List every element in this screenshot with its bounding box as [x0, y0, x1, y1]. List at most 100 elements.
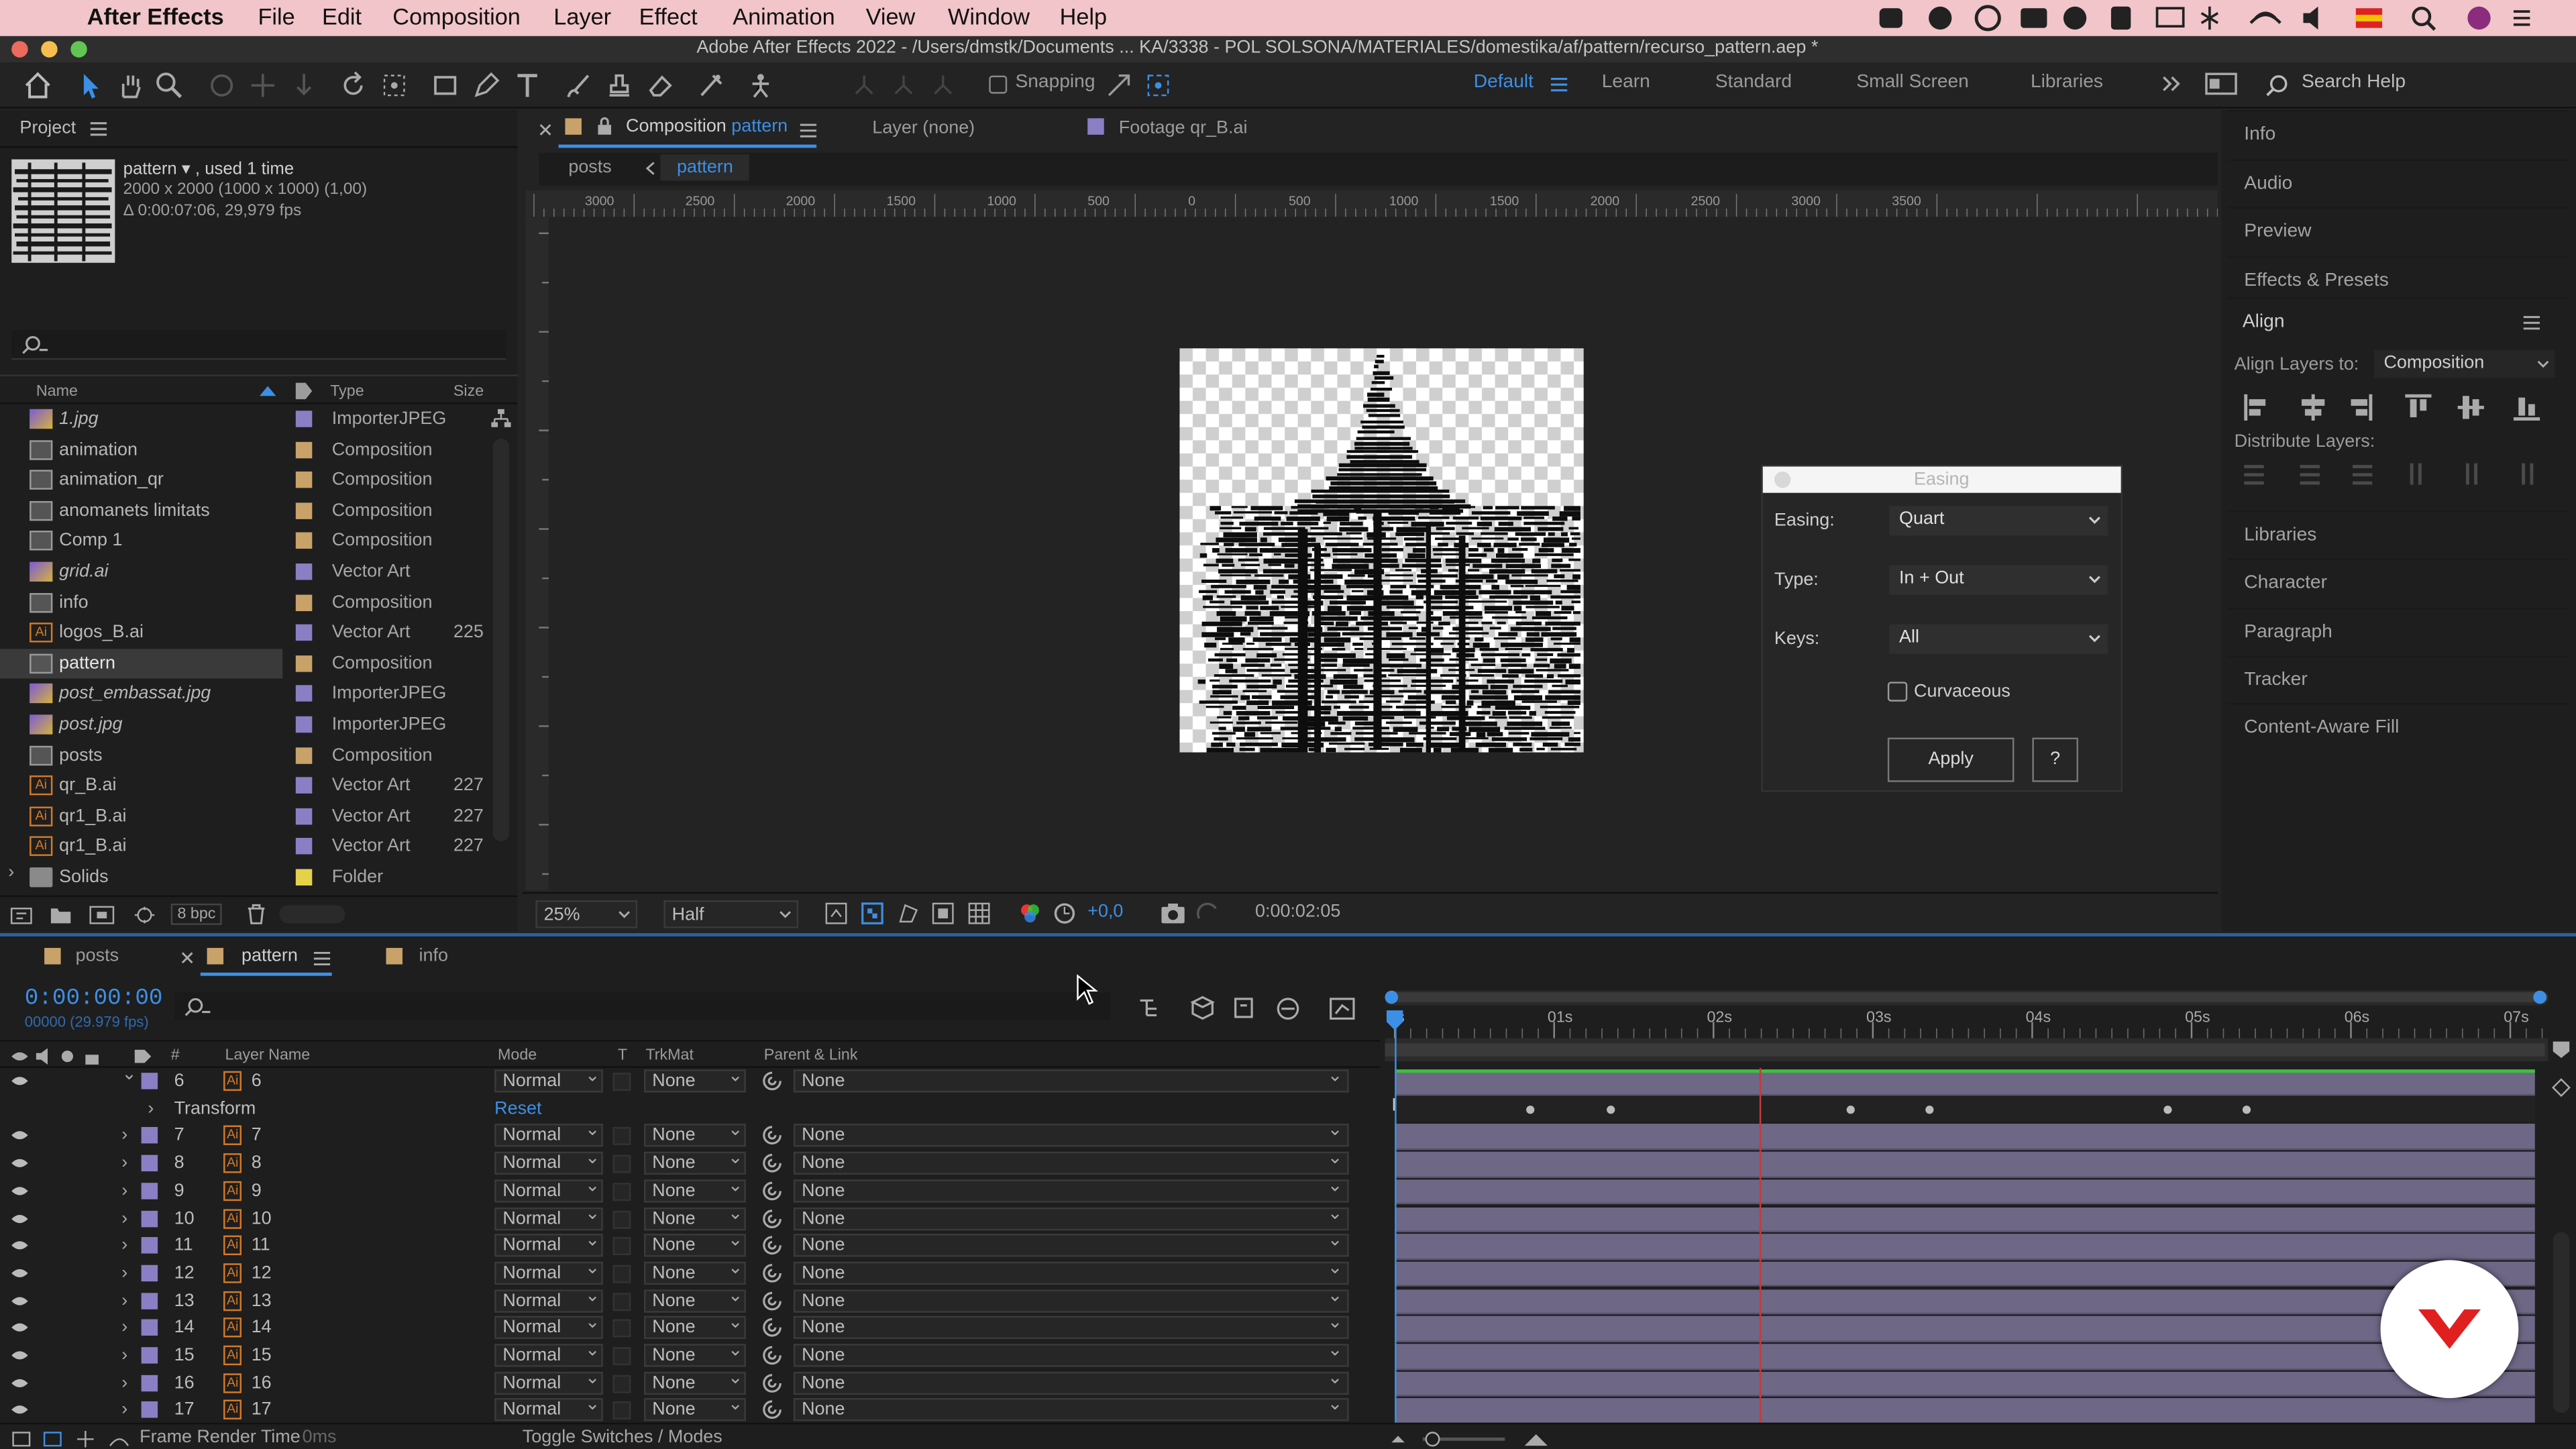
keyframe-marker[interactable] — [1925, 1105, 1934, 1114]
project-item[interactable]: Comp 1 Composition — [0, 527, 488, 557]
minimize-window-button[interactable] — [41, 41, 58, 58]
menu-layer[interactable]: Layer — [553, 3, 611, 30]
project-panel-title[interactable]: Project — [19, 118, 76, 138]
apply-button[interactable]: Apply — [1887, 737, 2015, 782]
tab-composition-pattern[interactable]: Composition pattern — [626, 117, 788, 136]
project-item[interactable]: posts Composition — [0, 740, 488, 771]
current-timecode[interactable]: 0:00:00:00 — [25, 985, 163, 1012]
workspace-libraries[interactable]: Libraries — [2031, 72, 2103, 92]
label-color[interactable] — [295, 533, 313, 549]
panel-layout-icon[interactable] — [2205, 72, 2238, 95]
snapping-checkbox[interactable] — [989, 75, 1008, 94]
project-item[interactable]: Ai logos_B.ai Vector Art 225 — [0, 618, 488, 649]
project-scrollbar[interactable] — [492, 438, 510, 841]
channel-icon[interactable] — [1018, 902, 1041, 924]
menu-view[interactable]: View — [866, 3, 916, 30]
tab-info[interactable]: info — [419, 947, 447, 966]
resolution-dropdown[interactable]: Half — [663, 900, 799, 928]
rectangle-tool-icon[interactable] — [431, 70, 460, 100]
breadcrumb-pattern[interactable]: pattern — [660, 154, 750, 181]
tab-footage[interactable]: Footage qr_B.ai — [1119, 118, 1248, 138]
layer-duration-bar[interactable] — [1395, 1206, 2535, 1232]
snapshot-camera-icon[interactable] — [1160, 902, 1186, 924]
timeline-scrollbar[interactable] — [2553, 1232, 2570, 1413]
keyframe-marker[interactable] — [1607, 1105, 1615, 1114]
tab-posts[interactable]: posts — [76, 947, 119, 966]
comp-marker-bin-icon[interactable] — [2551, 1040, 2571, 1059]
trash-icon[interactable] — [246, 904, 266, 925]
new-folder-icon[interactable] — [49, 905, 72, 924]
region-of-interest-icon[interactable] — [932, 902, 955, 924]
label-color[interactable] — [295, 472, 313, 488]
menu-file[interactable]: File — [258, 3, 294, 30]
more-workspaces-icon[interactable] — [2162, 74, 2182, 93]
selection-tool-icon[interactable] — [76, 70, 105, 100]
clone-stamp-tool-icon[interactable] — [604, 70, 634, 100]
project-search-input[interactable] — [11, 330, 506, 360]
menu-window[interactable]: Window — [948, 3, 1030, 30]
type-dropdown[interactable]: In + Out — [1889, 565, 2108, 595]
workspace-menu-icon[interactable] — [1550, 77, 1568, 92]
label-color[interactable] — [295, 411, 313, 427]
easing-close-button[interactable] — [1774, 471, 1791, 488]
menu-edit[interactable]: Edit — [322, 3, 362, 30]
search-help-input[interactable]: Search Help — [2302, 72, 2406, 92]
zoom-tool-icon[interactable] — [154, 70, 184, 100]
local-axis-icon[interactable] — [849, 70, 879, 100]
viewer-timecode[interactable]: 0:00:02:05 — [1255, 902, 1340, 921]
keyframe-nav-icon[interactable] — [2551, 1078, 2571, 1097]
puppet-tool-icon[interactable] — [744, 70, 773, 100]
project-item[interactable]: post.jpg ImporterJPEG — [0, 710, 488, 741]
layer-duration-bar[interactable] — [1395, 1399, 2535, 1424]
project-item[interactable]: anomanets limitats Composition — [0, 496, 488, 527]
project-item[interactable]: Ai qr1_B.ai Vector Art 227 — [0, 832, 488, 863]
new-composition-icon[interactable] — [89, 905, 115, 924]
app-menu[interactable]: After Effects — [87, 3, 224, 30]
keyframe-marker[interactable] — [1526, 1105, 1535, 1114]
keys-dropdown[interactable]: All — [1889, 624, 2108, 654]
layer-duration-bar[interactable] — [1395, 1151, 2535, 1177]
project-item[interactable]: animation_qr Composition — [0, 466, 488, 496]
layer-duration-bar[interactable] — [1395, 1289, 2535, 1315]
dolly-camera-icon[interactable] — [289, 70, 319, 100]
comp-canvas[interactable] — [1179, 348, 1584, 753]
label-color[interactable] — [295, 655, 313, 672]
rotate-tool-icon[interactable] — [338, 70, 368, 100]
align-menu-icon[interactable] — [2523, 315, 2540, 330]
project-settings-icon[interactable] — [131, 905, 158, 924]
reset-exposure-icon[interactable] — [1053, 902, 1076, 924]
home-icon[interactable] — [23, 70, 52, 100]
panel-character[interactable]: Character — [2227, 559, 2570, 605]
work-area-bar[interactable] — [1385, 1038, 2548, 1062]
label-color[interactable] — [295, 747, 313, 763]
magnification-dropdown[interactable]: 25% — [535, 900, 638, 928]
label-color[interactable] — [295, 808, 313, 824]
layer-duration-bar[interactable] — [1395, 1179, 2535, 1205]
snap-features-icon[interactable] — [1143, 70, 1173, 100]
panel-content-aware-fill[interactable]: Content-Aware Fill — [2227, 703, 2570, 750]
label-color[interactable] — [295, 777, 313, 794]
keyframe-marker[interactable] — [1846, 1105, 1855, 1114]
mask-visibility-icon[interactable] — [897, 902, 920, 924]
workspace-standard[interactable]: Standard — [1715, 72, 1792, 92]
sort-ascending-icon[interactable] — [259, 384, 276, 398]
project-item[interactable]: Ai qr_B.ai Vector Art 227 — [0, 771, 488, 802]
layer-duration-bar[interactable] — [1395, 1344, 2535, 1370]
show-snapshot-icon[interactable] — [1196, 902, 1219, 924]
orbit-camera-icon[interactable] — [207, 70, 237, 100]
navigator-end-handle[interactable] — [2533, 990, 2546, 1004]
tab-pattern[interactable]: pattern — [241, 947, 298, 966]
menu-animation[interactable]: Animation — [733, 3, 835, 30]
layer-duration-bar[interactable] — [1395, 1261, 2535, 1287]
workspace-default[interactable]: Default — [1474, 72, 1534, 92]
fast-previews-icon[interactable] — [824, 902, 847, 924]
panel-paragraph[interactable]: Paragraph — [2227, 607, 2570, 653]
zoom-window-button[interactable] — [70, 41, 87, 58]
project-item[interactable]: info Composition — [0, 588, 488, 619]
workspace-small-screen[interactable]: Small Screen — [1856, 72, 1968, 92]
exposure-value[interactable]: +0,0 — [1087, 902, 1123, 921]
bit-depth-button[interactable]: 8 bpc — [170, 903, 223, 925]
eraser-tool-icon[interactable] — [645, 70, 675, 100]
layer-duration-bar[interactable] — [1395, 1316, 2535, 1342]
label-color[interactable] — [295, 502, 313, 519]
